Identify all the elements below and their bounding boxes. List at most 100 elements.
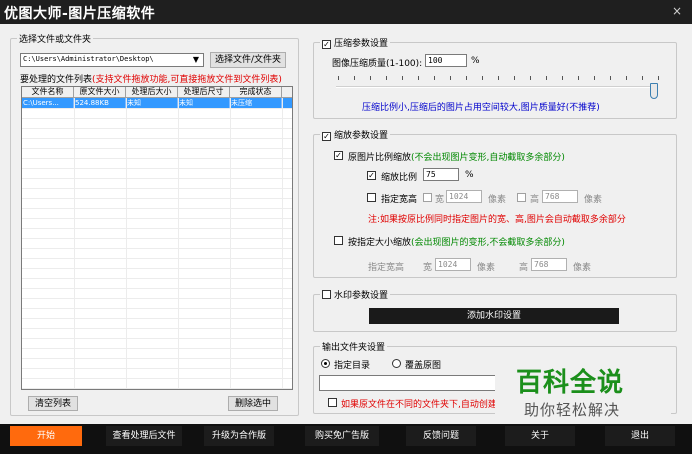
close-icon[interactable]: × [672, 4, 682, 18]
proportional-hint: (不会出现图片变形,自动截取多余部分) [411, 153, 565, 163]
table-gridline [22, 108, 292, 109]
width-label: 宽 [435, 195, 445, 205]
table-gridline [22, 208, 292, 209]
scale-group-title: ✓ 缩放参数设置 [320, 128, 391, 141]
feedback-button[interactable]: 反馈问题 [406, 426, 476, 446]
add-watermark-button-label: 添加水印设置 [466, 311, 521, 321]
column-header[interactable]: 完成状态 [230, 87, 282, 97]
delete-selected-button[interactable]: 删除选中 [228, 396, 278, 411]
slider-tick [434, 76, 435, 80]
slider-tick [386, 76, 387, 80]
proportional-label-text: 原图片比例缩放 [348, 153, 412, 163]
slider-tick [642, 76, 643, 80]
slider-tick [450, 76, 451, 80]
table-gridline [22, 288, 292, 289]
table-gridline [22, 278, 292, 279]
table-gridline [22, 368, 292, 369]
table-gridline [22, 348, 292, 349]
fixed-height-px-label: 像素 [573, 263, 592, 273]
compress-enable-checkbox[interactable]: ✓ [322, 40, 331, 49]
quality-slider-track[interactable] [336, 86, 658, 88]
keep-structure-checkbox[interactable] [328, 398, 337, 407]
column-header[interactable]: 处理后尺寸 [178, 87, 230, 97]
overlay-watermark-subtitle: 助你轻松解决 [524, 401, 621, 419]
table-gridline [22, 198, 292, 199]
quality-input[interactable]: 100 [425, 54, 467, 67]
table-gridline [22, 218, 292, 219]
fixed-width-label: 宽 [423, 263, 433, 273]
height-label: 高 [530, 195, 540, 205]
table-gridline [22, 248, 292, 249]
view-output-button[interactable]: 查看处理后文件 [106, 426, 182, 446]
specify-wh-label: 指定宽高 [381, 195, 418, 205]
quality-unit: % [471, 56, 480, 66]
file-list-label: 要处理的文件列表(支持文件拖放功能,可直接拖放文件到文件列表) [20, 72, 282, 85]
table-gridline [22, 148, 292, 149]
radio-specify-dir[interactable] [321, 359, 330, 368]
quality-label: 图像压缩质量(1-100): [332, 59, 423, 69]
window-title: 优图大师-图片压缩软件 [4, 6, 156, 22]
radio-specify-dir-label: 指定目录 [334, 361, 371, 371]
width-checkbox[interactable] [423, 193, 432, 202]
output-path-input[interactable] [319, 375, 499, 391]
table-gridline [22, 258, 292, 259]
scale-enable-checkbox[interactable]: ✓ [322, 132, 331, 141]
upgrade-button[interactable]: 升级为合作版 [204, 426, 274, 446]
about-button[interactable]: 关于 [505, 426, 575, 446]
watermark-title-text: 水印参数设置 [334, 291, 389, 301]
path-combobox[interactable]: C:\Users\Administrator\Desktop\ [20, 53, 204, 67]
height-input[interactable]: 768 [542, 190, 578, 203]
buy-adfree-button[interactable]: 购买免广告版 [305, 426, 379, 446]
height-px-label: 像素 [584, 195, 603, 205]
slider-tick [610, 76, 611, 80]
quality-slider-thumb[interactable] [650, 83, 658, 99]
height-checkbox[interactable] [517, 193, 526, 202]
width-px-label: 像素 [488, 195, 507, 205]
exit-button[interactable]: 退出 [605, 426, 675, 446]
clear-list-button[interactable]: 清空列表 [28, 396, 78, 411]
fixed-height-input[interactable]: 768 [531, 258, 567, 271]
column-header[interactable]: 原文件大小 [74, 87, 126, 97]
ratio-input[interactable]: 75 [423, 168, 459, 181]
specify-wh-checkbox[interactable] [367, 193, 376, 202]
slider-tick [402, 76, 403, 80]
watermark-group-title: 水印参数设置 [320, 288, 391, 301]
ratio-unit: % [465, 170, 474, 180]
ratio-checkbox[interactable]: ✓ [367, 171, 376, 180]
slider-tick [418, 76, 419, 80]
start-button[interactable]: 开始 [10, 426, 82, 446]
watermark-enable-checkbox[interactable] [322, 290, 331, 299]
column-header[interactable]: 文件名称 [22, 87, 74, 97]
source-group-title: 选择文件或文件夹 [17, 32, 94, 45]
chevron-down-icon[interactable]: ▼ [190, 55, 202, 65]
scale-note: 注:如果按原比例同时指定图片的宽、高,图片会自动截取多余部分 [368, 215, 626, 225]
scale-title-text: 缩放参数设置 [334, 131, 389, 141]
table-gridline [22, 118, 292, 119]
file-table[interactable]: 文件名称 原文件大小 处理后大小 处理后尺寸 完成状态 C:\Users... … [21, 86, 293, 390]
table-gridline [22, 158, 292, 159]
slider-tick [546, 76, 547, 80]
fixed-size-checkbox[interactable] [334, 236, 343, 245]
table-gridline [22, 378, 292, 379]
table-gridline [22, 238, 292, 239]
column-header[interactable]: 处理后大小 [126, 87, 178, 97]
fixed-size-label-text: 按指定大小缩放 [348, 238, 412, 248]
table-row[interactable]: C:\Users... 524.88KB 未知 未知 未压缩 [22, 98, 292, 108]
fixed-size-hint: (会出现图片的变形,不会截取多余部分) [411, 238, 565, 248]
proportional-checkbox[interactable]: ✓ [334, 151, 343, 160]
radio-overwrite[interactable] [392, 359, 401, 368]
slider-tick [498, 76, 499, 80]
add-watermark-button[interactable]: 添加水印设置 [369, 308, 619, 324]
fixed-width-px-label: 像素 [477, 263, 496, 273]
overlay-watermark-title: 百科全说 [516, 368, 625, 398]
width-input[interactable]: 1024 [446, 190, 482, 203]
fixed-width-input[interactable]: 1024 [435, 258, 471, 271]
table-gridline [22, 338, 292, 339]
slider-tick [354, 76, 355, 80]
table-gridline [22, 168, 292, 169]
title-bar: 优图大师-图片压缩软件 × [0, 0, 692, 24]
file-list-hint: (支持文件拖放功能,可直接拖放文件到文件列表) [92, 75, 282, 85]
select-file-button[interactable]: 选择文件/文件夹 [210, 52, 286, 68]
slider-tick [658, 76, 659, 80]
slider-tick [482, 76, 483, 80]
